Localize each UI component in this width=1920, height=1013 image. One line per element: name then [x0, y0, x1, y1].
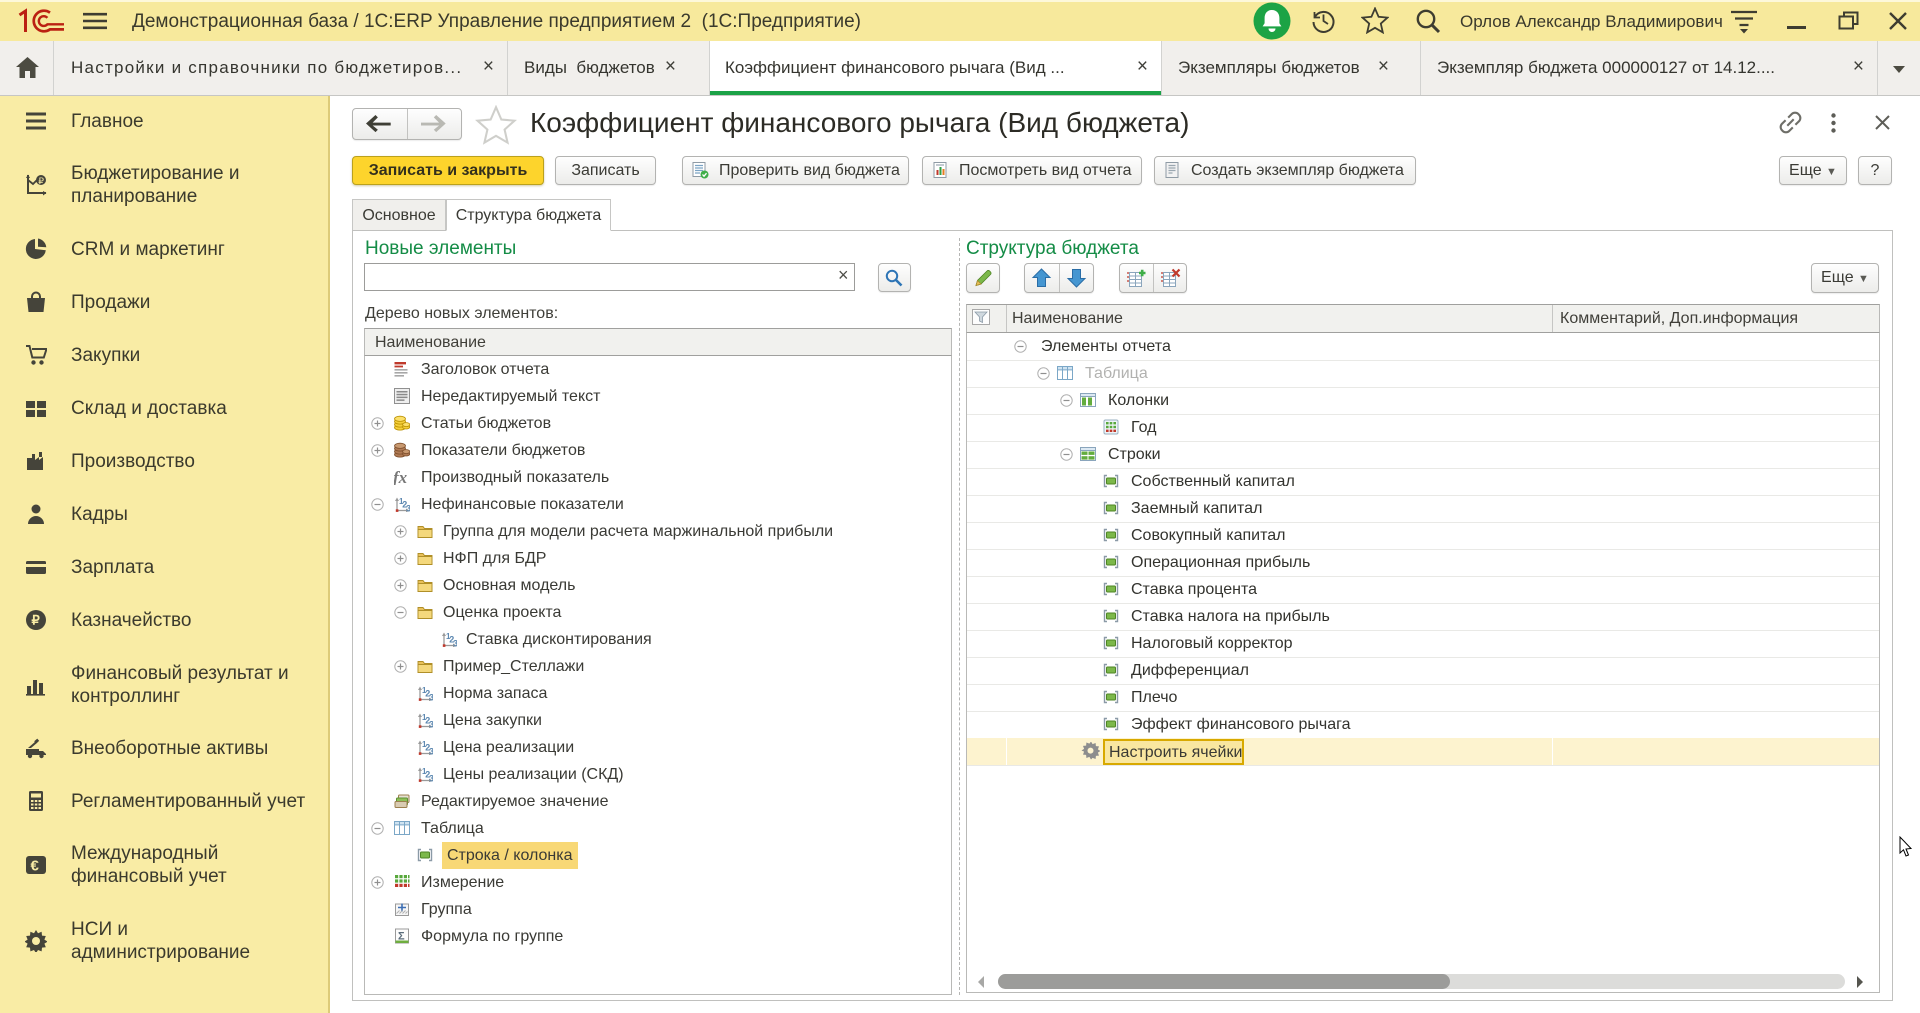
svg-text:3: 3 — [406, 504, 410, 513]
svg-text:€: € — [31, 858, 40, 875]
svg-text:3: 3 — [429, 747, 433, 756]
svg-text:3: 3 — [453, 639, 457, 648]
svg-text:3: 3 — [429, 693, 433, 702]
svg-text:₽: ₽ — [38, 176, 44, 186]
svg-text:3: 3 — [429, 774, 433, 783]
svg-text:3: 3 — [429, 720, 433, 729]
svg-text:fx: fx — [394, 469, 408, 485]
svg-text:₽: ₽ — [32, 613, 41, 628]
